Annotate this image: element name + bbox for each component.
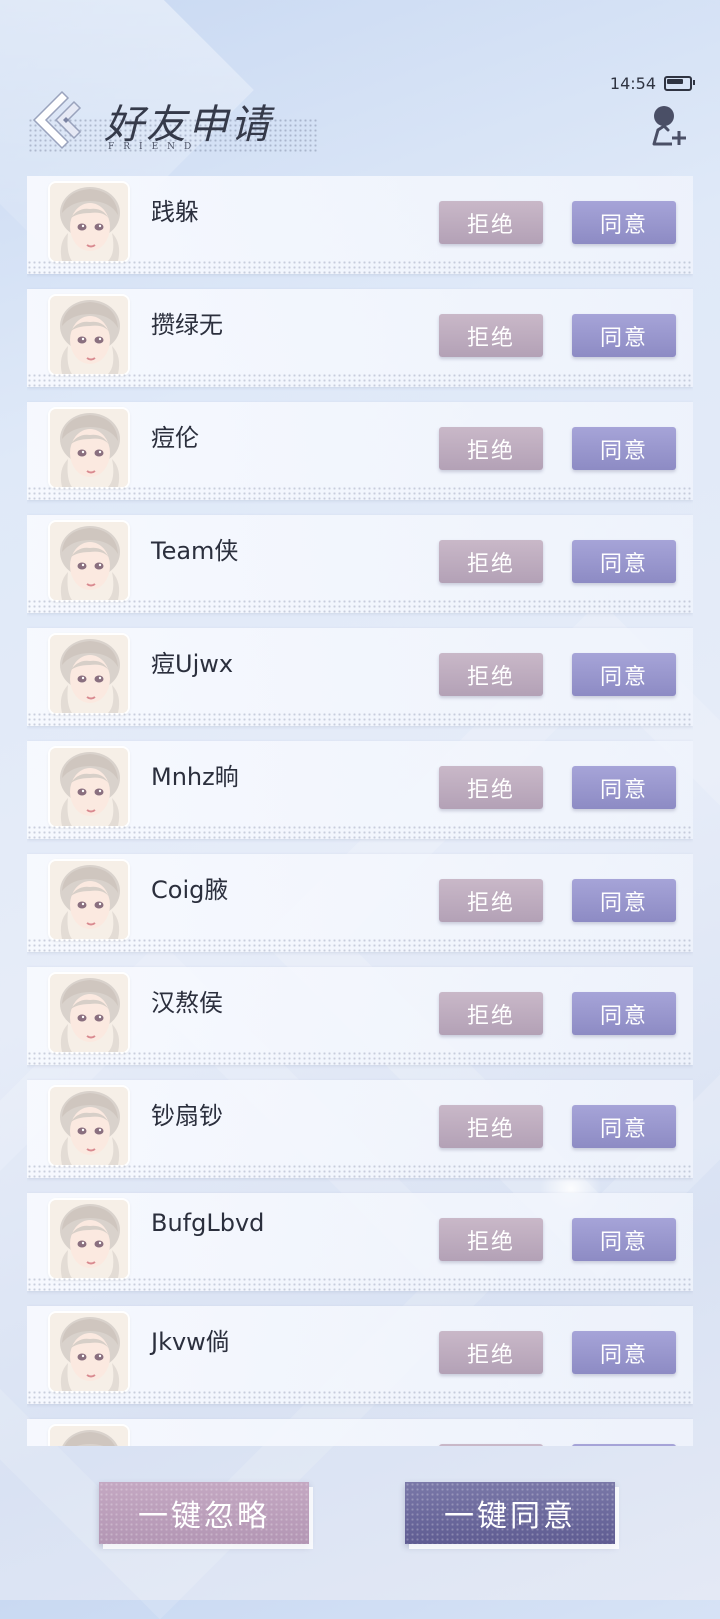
ignore-all-button[interactable]: 一键忽略 xyxy=(99,1482,309,1544)
reject-button[interactable]: 拒绝 xyxy=(439,766,543,809)
back-chevron-icon xyxy=(32,90,82,150)
avatar[interactable] xyxy=(50,635,128,713)
avatar[interactable] xyxy=(50,1087,128,1165)
accept-all-label: 一键同意 xyxy=(444,1499,576,1534)
friend-request-row: 钞扇钞 拒绝 同意 xyxy=(27,1080,693,1178)
requester-name: 汉熬侯 xyxy=(151,989,223,1017)
accept-button[interactable]: 同意 xyxy=(572,1105,676,1148)
avatar[interactable] xyxy=(50,1200,128,1278)
accept-button[interactable]: 同意 xyxy=(572,653,676,696)
friend-request-row: 拒绝 同意 xyxy=(27,1419,693,1446)
friend-request-row: Jkvw倘 拒绝 同意 xyxy=(27,1306,693,1404)
avatar[interactable] xyxy=(50,748,128,826)
accept-button[interactable]: 同意 xyxy=(572,314,676,357)
avatar-portrait-icon xyxy=(50,1087,128,1165)
accept-button[interactable]: 同意 xyxy=(572,540,676,583)
reject-button[interactable]: 拒绝 xyxy=(439,1331,543,1374)
avatar-portrait-icon xyxy=(50,409,128,487)
avatar[interactable] xyxy=(50,183,128,261)
avatar[interactable] xyxy=(50,522,128,600)
friend-request-list[interactable]: 践躲 拒绝 同意 攒绿无 拒绝 同意 痘伦 拒绝 同意 Team侠 拒绝 同意 … xyxy=(27,176,693,1446)
status-time: 14:54 xyxy=(609,74,656,93)
friend-request-row: 痘Ujwx 拒绝 同意 xyxy=(27,628,693,726)
requester-name: Team侠 xyxy=(151,537,239,565)
requester-name: 钞扇钞 xyxy=(151,1102,223,1130)
friend-request-row: Coig腋 拒绝 同意 xyxy=(27,854,693,952)
accept-button[interactable]: 同意 xyxy=(572,879,676,922)
requester-name: 痘伦 xyxy=(151,424,199,452)
add-friend-button[interactable] xyxy=(648,104,688,148)
avatar-portrait-icon xyxy=(50,1200,128,1278)
friend-request-row: Mnhz晌 拒绝 同意 xyxy=(27,741,693,839)
avatar-portrait-icon xyxy=(50,522,128,600)
requester-name: Mnhz晌 xyxy=(151,763,239,791)
accept-all-button[interactable]: 一键同意 xyxy=(405,1482,615,1544)
avatar-portrait-icon xyxy=(50,183,128,261)
reject-button[interactable]: 拒绝 xyxy=(439,1444,543,1446)
reject-button[interactable]: 拒绝 xyxy=(439,992,543,1035)
avatar[interactable] xyxy=(50,1426,128,1446)
accept-button[interactable]: 同意 xyxy=(572,992,676,1035)
avatar[interactable] xyxy=(50,409,128,487)
requester-name: BufgLbvd xyxy=(151,1209,265,1237)
reject-button[interactable]: 拒绝 xyxy=(439,879,543,922)
avatar[interactable] xyxy=(50,974,128,1052)
requester-name: 痘Ujwx xyxy=(151,650,234,678)
reject-button[interactable]: 拒绝 xyxy=(439,540,543,583)
reject-button[interactable]: 拒绝 xyxy=(439,1105,543,1148)
ignore-all-label: 一键忽略 xyxy=(138,1499,270,1534)
battery-icon xyxy=(664,76,695,91)
friend-request-row: 痘伦 拒绝 同意 xyxy=(27,402,693,500)
accept-button[interactable]: 同意 xyxy=(572,201,676,244)
avatar[interactable] xyxy=(50,861,128,939)
friend-request-row: Team侠 拒绝 同意 xyxy=(27,515,693,613)
avatar[interactable] xyxy=(50,1313,128,1391)
avatar[interactable] xyxy=(50,296,128,374)
avatar-portrait-icon xyxy=(50,1313,128,1391)
friend-request-row: 攒绿无 拒绝 同意 xyxy=(27,289,693,387)
reject-button[interactable]: 拒绝 xyxy=(439,1218,543,1261)
accept-button[interactable]: 同意 xyxy=(572,1218,676,1261)
requester-name: Coig腋 xyxy=(151,876,229,904)
friend-request-row: 汉熬侯 拒绝 同意 xyxy=(27,967,693,1065)
avatar-portrait-icon xyxy=(50,296,128,374)
accept-button[interactable]: 同意 xyxy=(572,1331,676,1374)
accept-button[interactable]: 同意 xyxy=(572,766,676,809)
reject-button[interactable]: 拒绝 xyxy=(439,201,543,244)
requester-name: 践躲 xyxy=(151,198,199,226)
status-bar: 14:54 xyxy=(609,74,695,93)
reject-button[interactable]: 拒绝 xyxy=(439,314,543,357)
accept-button[interactable]: 同意 xyxy=(572,1444,676,1446)
reject-button[interactable]: 拒绝 xyxy=(439,427,543,470)
requester-name: 攒绿无 xyxy=(151,311,223,339)
back-button[interactable] xyxy=(28,88,92,152)
page-subtitle: FRIEND xyxy=(108,142,201,152)
requester-name: Jkvw倘 xyxy=(151,1328,230,1356)
avatar-portrait-icon xyxy=(50,635,128,713)
reject-button[interactable]: 拒绝 xyxy=(439,653,543,696)
friend-request-row: 践躲 拒绝 同意 xyxy=(27,176,693,274)
avatar-portrait-icon xyxy=(50,974,128,1052)
avatar-portrait-icon xyxy=(50,748,128,826)
avatar-portrait-icon xyxy=(50,861,128,939)
add-friend-icon xyxy=(652,106,686,146)
avatar-portrait-icon xyxy=(50,1426,128,1446)
accept-button[interactable]: 同意 xyxy=(572,427,676,470)
friend-request-row: BufgLbvd 拒绝 同意 xyxy=(27,1193,693,1291)
